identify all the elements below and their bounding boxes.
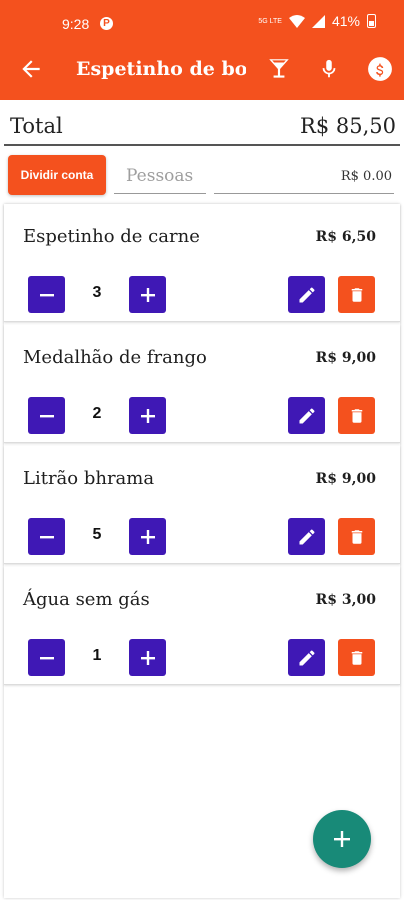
status-time: 9:28 [62,16,90,32]
delete-button[interactable] [338,518,375,555]
pencil-icon [299,287,314,302]
page-title: Espetinho de bo... [76,58,246,80]
battery-icon [367,14,376,28]
status-right: 5G LTE 41% [258,13,376,29]
add-icon [334,831,350,847]
trash-icon [351,408,362,423]
total-label: Total [10,114,63,138]
app-bar: Espetinho de bo... [0,40,404,100]
plus-icon [140,408,155,423]
trash-icon [351,650,362,665]
arrow-back-icon[interactable] [18,56,44,86]
minus-icon [39,293,54,296]
split-row: Dividir conta Pessoas R$ 0.00 [0,150,404,200]
item-quantity: 5 [92,526,102,543]
glass-icon[interactable] [266,56,292,86]
edit-button[interactable] [288,639,325,676]
wifi-icon [288,14,305,28]
total-value: R$ 85,50 [300,114,396,138]
item-name: Medalhão de frango [23,347,207,368]
item-price: R$ 6,50 [315,229,376,245]
list-item: Medalhão de frango R$ 9,00 2 [4,325,400,443]
status-bar: 9:28 P 5G LTE 41% [0,0,404,40]
network-type: 5G LTE [258,17,282,25]
pencil-icon [299,408,314,423]
list-item: Água sem gás R$ 3,00 1 [4,567,400,685]
delete-button[interactable] [338,397,375,434]
trash-icon [351,529,362,544]
minus-icon [39,656,54,659]
decrease-button[interactable] [28,518,65,555]
increase-button[interactable] [129,397,166,434]
notification-icon: P [100,17,113,30]
decrease-button[interactable] [28,397,65,434]
pencil-icon [299,650,314,665]
item-name: Água sem gás [23,589,150,610]
edit-button[interactable] [288,518,325,555]
minus-icon [39,535,54,538]
total-row: Total R$ 85,50 [4,108,400,146]
increase-button[interactable] [129,276,166,313]
split-bill-button[interactable]: Dividir conta [8,155,106,195]
item-quantity: 3 [92,284,102,301]
dollar-icon[interactable] [367,56,393,86]
battery-percent: 41% [331,13,360,29]
item-price: R$ 3,00 [315,592,376,608]
plus-icon [140,287,155,302]
signal-icon [311,14,325,28]
add-item-button[interactable] [313,810,371,868]
item-quantity: 2 [92,405,102,422]
item-name: Litrão bhrama [23,468,155,489]
pencil-icon [299,529,314,544]
item-name: Espetinho de carne [23,226,200,247]
decrease-button[interactable] [28,276,65,313]
delete-button[interactable] [338,276,375,313]
plus-icon [140,529,155,544]
decrease-button[interactable] [28,639,65,676]
split-value: R$ 0.00 [214,160,394,194]
increase-button[interactable] [129,639,166,676]
item-price: R$ 9,00 [315,471,376,487]
mic-icon[interactable] [318,56,340,86]
minus-icon [39,414,54,417]
plus-icon [140,650,155,665]
edit-button[interactable] [288,276,325,313]
delete-button[interactable] [338,639,375,676]
list-item: Litrão bhrama R$ 9,00 5 [4,446,400,564]
people-input[interactable]: Pessoas [114,160,206,194]
trash-icon [351,287,362,302]
increase-button[interactable] [129,518,166,555]
edit-button[interactable] [288,397,325,434]
item-price: R$ 9,00 [315,350,376,366]
item-quantity: 1 [92,647,102,664]
list-item: Espetinho de carne R$ 6,50 3 [4,204,400,322]
items-list: Espetinho de carne R$ 6,50 3 Medalhão de… [4,204,400,898]
